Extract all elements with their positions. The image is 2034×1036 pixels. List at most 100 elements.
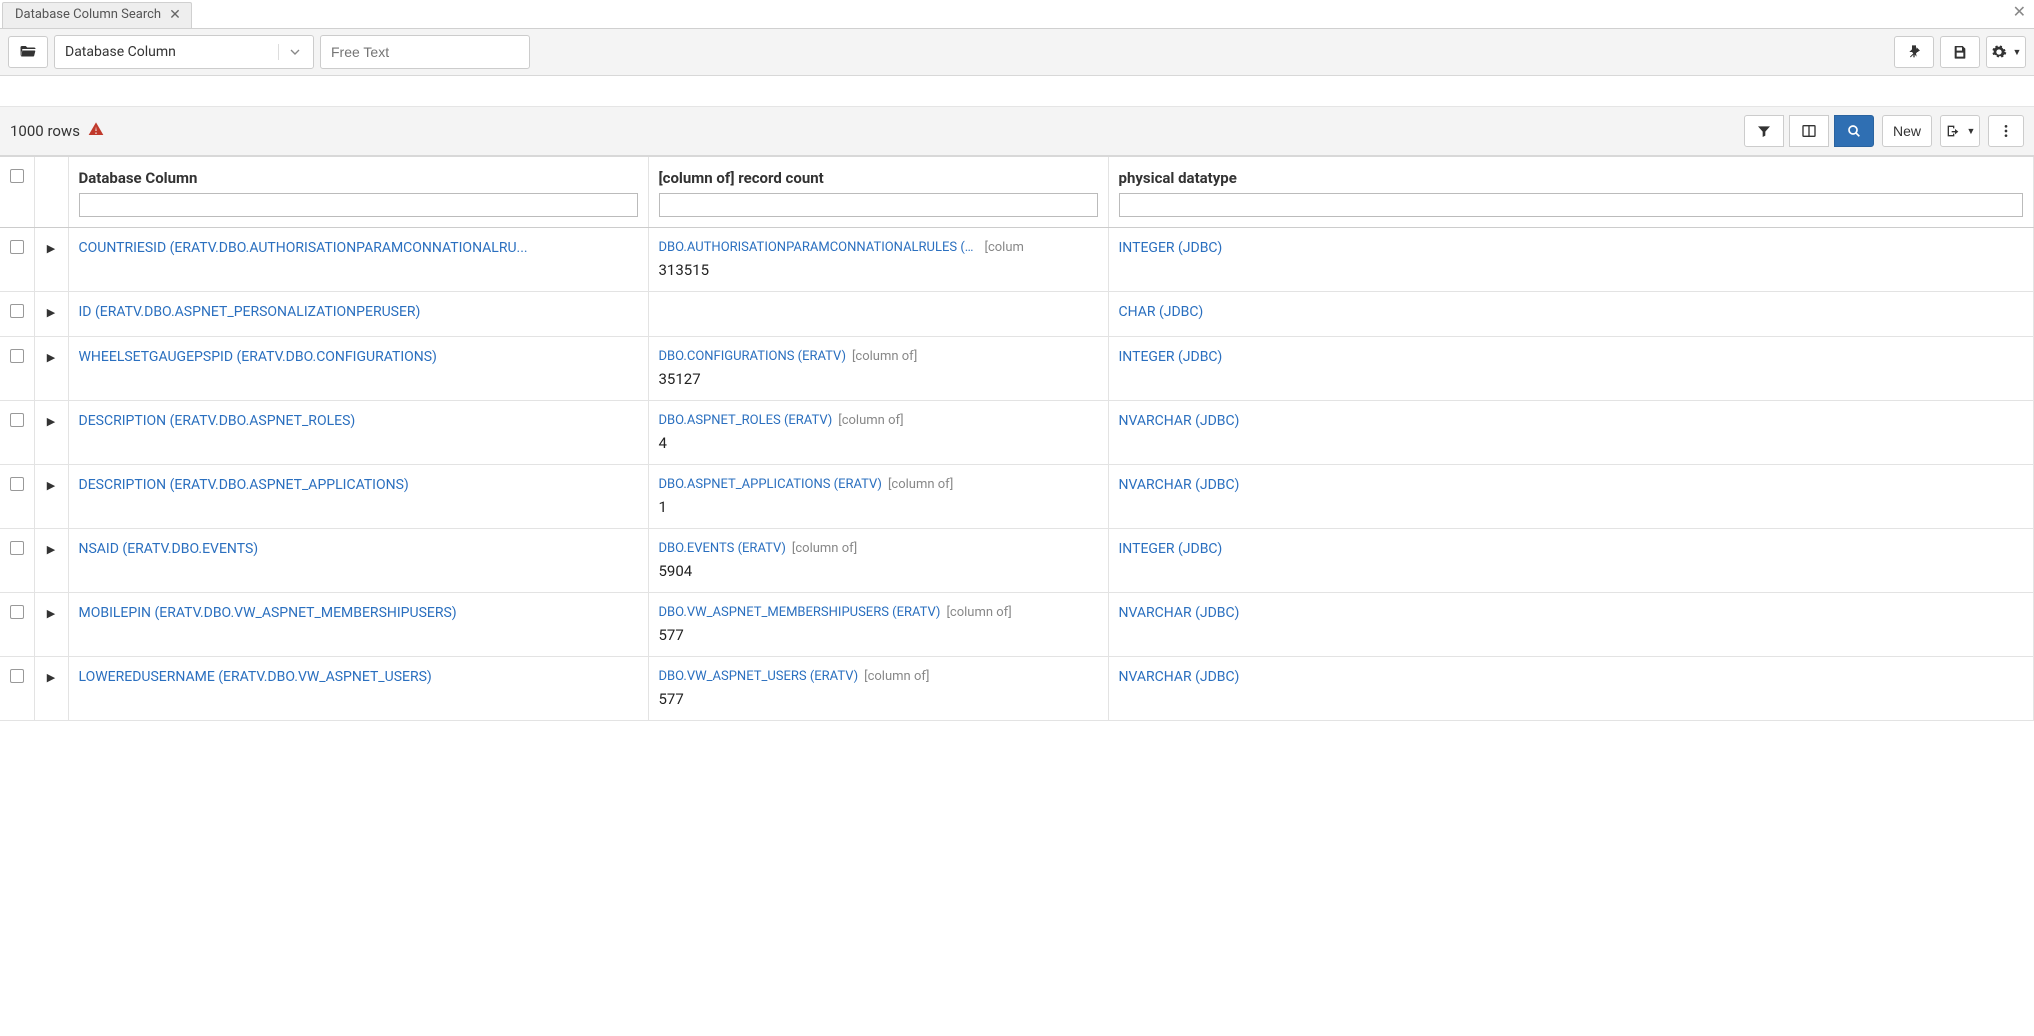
open-folder-button[interactable] [8, 36, 48, 68]
settings-menu-button[interactable]: ▼ [1986, 36, 2026, 68]
table-row: ▶ ID (ERATV.DBO.ASPNET_PERSONALIZATIONPER… [0, 292, 2034, 337]
column-header-record-count[interactable]: [column of] record count [648, 157, 1108, 228]
record-relation-note: [column of] [864, 669, 929, 684]
row-checkbox[interactable] [10, 477, 24, 491]
row-checkbox[interactable] [10, 349, 24, 363]
cell-datatype: INTEGER (JDBC) [1108, 228, 2034, 292]
pin-button[interactable] [1894, 36, 1934, 68]
tab-title: Database Column Search [15, 7, 161, 22]
db-column-link[interactable]: LOWEREDUSERNAME (ERATV.DBO.VW_ASPNET_USE… [79, 669, 432, 685]
search-type-select[interactable]: Database Column [54, 35, 314, 69]
record-count-value: 35127 [659, 370, 1098, 388]
filter-button[interactable] [1744, 115, 1784, 147]
db-column-link[interactable]: DESCRIPTION (ERATV.DBO.ASPNET_APPLICATIO… [79, 477, 409, 493]
record-source-link[interactable]: DBO.ASPNET_APPLICATIONS (ERATV) [659, 477, 882, 492]
record-source-link[interactable]: DBO.AUTHORISATIONPARAMCONNATIONALRULES (… [659, 240, 979, 255]
record-source-link[interactable]: DBO.VW_ASPNET_USERS (ERATV) [659, 669, 859, 684]
record-count-value: 577 [659, 690, 1098, 708]
datatype-link[interactable]: INTEGER (JDBC) [1119, 240, 1223, 256]
save-button[interactable] [1940, 36, 1980, 68]
column-header-db[interactable]: Database Column [68, 157, 648, 228]
record-relation-note: [column of] [946, 605, 1011, 620]
column-header-datatype-label: physical datatype [1119, 169, 1237, 187]
new-button-label: New [1893, 123, 1921, 139]
expand-row-icon[interactable]: ▶ [47, 479, 55, 492]
cell-db-column: NSAID (ERATV.DBO.EVENTS) [68, 529, 648, 593]
datatype-link[interactable]: CHAR (JDBC) [1119, 304, 1204, 320]
row-checkbox[interactable] [10, 240, 24, 254]
expand-row-icon[interactable]: ▶ [47, 607, 55, 620]
record-count-value: 1 [659, 498, 1098, 516]
column-filter-record-count[interactable] [659, 193, 1098, 217]
datatype-link[interactable]: NVARCHAR (JDBC) [1119, 669, 1240, 685]
db-column-link[interactable]: NSAID (ERATV.DBO.EVENTS) [79, 541, 259, 557]
cell-datatype: NVARCHAR (JDBC) [1108, 657, 2034, 721]
save-icon [1952, 44, 1968, 60]
datatype-link[interactable]: INTEGER (JDBC) [1119, 349, 1223, 365]
table-row: ▶ WHEELSETGAUGEPSPID (ERATV.DBO.CONFIGURA… [0, 337, 2034, 401]
expand-row-icon[interactable]: ▶ [47, 543, 55, 556]
db-column-link[interactable]: DESCRIPTION (ERATV.DBO.ASPNET_ROLES) [79, 413, 356, 429]
row-select-cell [0, 292, 34, 337]
row-expand-cell: ▶ [34, 401, 68, 465]
cell-record-count [648, 292, 1108, 337]
expand-header [34, 157, 68, 228]
row-select-cell [0, 401, 34, 465]
db-column-link[interactable]: MOBILEPIN (ERATV.DBO.VW_ASPNET_MEMBERSHI… [79, 605, 457, 621]
datatype-link[interactable]: INTEGER (JDBC) [1119, 541, 1223, 557]
cell-record-count: DBO.EVENTS (ERATV)[column of]5904 [648, 529, 1108, 593]
table-row: ▶ DESCRIPTION (ERATV.DBO.ASPNET_APPLICATI… [0, 465, 2034, 529]
cell-db-column: ID (ERATV.DBO.ASPNET_PERSONALIZATIONPERU… [68, 292, 648, 337]
search-icon [1846, 123, 1862, 139]
expand-row-icon[interactable]: ▶ [47, 242, 55, 255]
db-column-link[interactable]: ID (ERATV.DBO.ASPNET_PERSONALIZATIONPERU… [79, 304, 421, 320]
row-checkbox[interactable] [10, 413, 24, 427]
columns-icon [1801, 123, 1817, 139]
record-count-value: 5904 [659, 562, 1098, 580]
cell-db-column: COUNTRIESID (ERATV.DBO.AUTHORISATIONPARA… [68, 228, 648, 292]
expand-row-icon[interactable]: ▶ [47, 306, 55, 319]
filter-icon [1756, 123, 1772, 139]
datatype-link[interactable]: NVARCHAR (JDBC) [1119, 413, 1240, 429]
cell-datatype: NVARCHAR (JDBC) [1108, 465, 2034, 529]
expand-row-icon[interactable]: ▶ [47, 351, 55, 364]
table-row: ▶ NSAID (ERATV.DBO.EVENTS) DBO.EVENTS (ERA… [0, 529, 2034, 593]
view-toggle-group [1744, 115, 1874, 147]
record-source-link[interactable]: DBO.CONFIGURATIONS (ERATV) [659, 349, 846, 364]
row-checkbox[interactable] [10, 669, 24, 683]
db-column-link[interactable]: WHEELSETGAUGEPSPID (ERATV.DBO.CONFIGURAT… [79, 349, 437, 365]
record-source-link[interactable]: DBO.EVENTS (ERATV) [659, 541, 786, 556]
warning-icon[interactable] [88, 121, 104, 141]
cell-datatype: INTEGER (JDBC) [1108, 529, 2034, 593]
cell-record-count: DBO.ASPNET_APPLICATIONS (ERATV)[column o… [648, 465, 1108, 529]
close-icon[interactable]: ✕ [169, 8, 181, 22]
select-all-checkbox[interactable] [10, 169, 24, 183]
row-select-cell [0, 228, 34, 292]
column-header-datatype[interactable]: physical datatype [1108, 157, 2034, 228]
more-actions-button[interactable] [1988, 115, 2024, 147]
row-checkbox[interactable] [10, 541, 24, 555]
record-source-link[interactable]: DBO.ASPNET_ROLES (ERATV) [659, 413, 833, 428]
row-checkbox[interactable] [10, 304, 24, 318]
record-source-link[interactable]: DBO.VW_ASPNET_MEMBERSHIPUSERS (ERATV) [659, 605, 941, 620]
expand-row-icon[interactable]: ▶ [47, 415, 55, 428]
new-button[interactable]: New [1882, 115, 1932, 147]
row-count-label: 1000 rows [10, 122, 80, 140]
record-count-value: 577 [659, 626, 1098, 644]
table-row: ▶ DESCRIPTION (ERATV.DBO.ASPNET_ROLES) DBO… [0, 401, 2034, 465]
free-text-input[interactable] [320, 35, 530, 69]
row-checkbox[interactable] [10, 605, 24, 619]
column-filter-datatype[interactable] [1119, 193, 2024, 217]
db-column-link[interactable]: COUNTRIESID (ERATV.DBO.AUTHORISATIONPARA… [79, 240, 528, 256]
results-table: Database Column [column of] record count… [0, 156, 2034, 721]
datatype-link[interactable]: NVARCHAR (JDBC) [1119, 477, 1240, 493]
search-button-active[interactable] [1834, 115, 1874, 147]
datatype-link[interactable]: NVARCHAR (JDBC) [1119, 605, 1240, 621]
export-menu-button[interactable]: ▼ [1940, 115, 1980, 147]
tab-database-column-search[interactable]: Database Column Search ✕ [2, 2, 192, 28]
export-icon [1945, 123, 1961, 139]
column-filter-db[interactable] [79, 193, 638, 217]
window-close-icon[interactable]: ✕ [2013, 2, 2026, 21]
expand-row-icon[interactable]: ▶ [47, 671, 55, 684]
columns-button[interactable] [1789, 115, 1829, 147]
